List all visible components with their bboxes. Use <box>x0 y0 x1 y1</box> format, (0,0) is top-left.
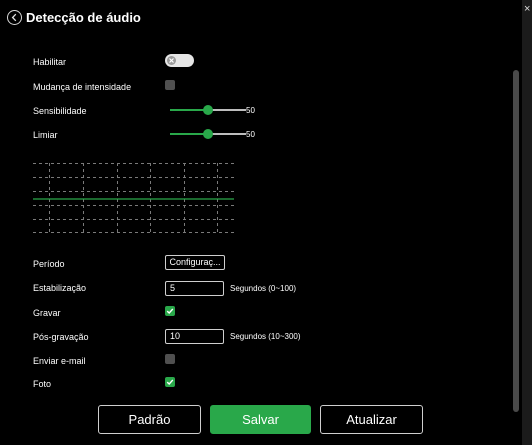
threshold-value: 50 <box>246 130 255 139</box>
chevron-left-icon <box>11 13 17 22</box>
check-icon <box>166 308 174 314</box>
post-record-input[interactable]: 10 <box>165 329 224 344</box>
send-email-checkbox[interactable] <box>165 354 175 364</box>
stabilization-label: Estabilização <box>33 283 87 293</box>
post-record-unit: Segundos (10~300) <box>230 332 301 341</box>
enable-toggle[interactable] <box>165 54 194 67</box>
vertical-scrollbar[interactable] <box>513 70 519 412</box>
slider-thumb[interactable] <box>203 129 213 139</box>
record-label: Gravar <box>33 308 61 318</box>
stabilization-input[interactable]: 5 <box>165 281 224 296</box>
audio-level-graph <box>33 163 234 233</box>
refresh-button[interactable]: Atualizar <box>320 405 423 434</box>
stabilization-unit: Segundos (0~100) <box>230 284 297 293</box>
window-edge <box>522 0 532 445</box>
intensity-change-checkbox[interactable] <box>165 80 175 90</box>
period-label: Período <box>33 259 65 269</box>
photo-checkbox[interactable] <box>165 377 175 387</box>
enable-label: Habilitar <box>33 57 67 67</box>
back-button[interactable] <box>7 10 22 25</box>
photo-label: Foto <box>33 379 52 389</box>
close-icon[interactable]: × <box>524 4 530 15</box>
record-checkbox[interactable] <box>165 306 175 316</box>
sensitivity-slider[interactable] <box>170 105 246 115</box>
page-title: Detecção de áudio <box>26 10 141 25</box>
period-config-button[interactable]: Configuraç... <box>165 255 225 270</box>
audio-detection-panel: Detecção de áudio Habilitar Mudança de i… <box>0 0 522 445</box>
save-button[interactable]: Salvar <box>210 405 311 434</box>
sensitivity-value: 50 <box>246 106 255 115</box>
check-icon <box>166 379 174 385</box>
toggle-knob <box>167 56 176 65</box>
threshold-slider[interactable] <box>170 129 246 139</box>
intensity-change-label: Mudança de intensidade <box>33 82 132 92</box>
post-record-label: Pós-gravação <box>33 332 89 342</box>
threshold-label: Limiar <box>33 130 58 140</box>
default-button[interactable]: Padrão <box>98 405 201 434</box>
slider-thumb[interactable] <box>203 105 213 115</box>
sensitivity-label: Sensibilidade <box>33 106 87 116</box>
send-email-label: Enviar e-mail <box>33 356 86 366</box>
x-icon <box>169 58 174 63</box>
